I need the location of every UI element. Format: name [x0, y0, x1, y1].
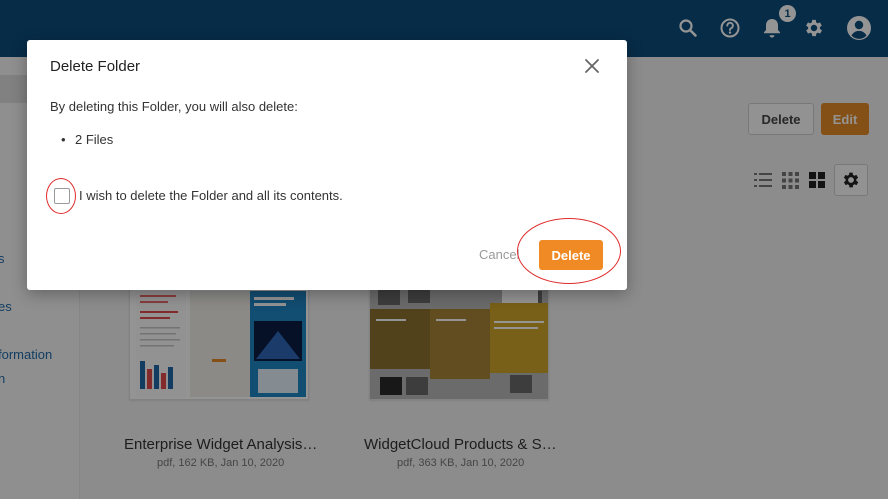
- dialog-title: Delete Folder: [50, 58, 141, 75]
- list-item: 2 Files: [61, 132, 113, 147]
- dialog-message: By deleting this Folder, you will also d…: [50, 99, 298, 114]
- delete-highlight-circle: [517, 218, 621, 284]
- close-icon[interactable]: [582, 56, 602, 76]
- cancel-button[interactable]: Cancel: [479, 247, 521, 262]
- delete-folder-dialog: Delete Folder By deleting this Folder, y…: [27, 40, 627, 290]
- checkbox-highlight-circle: [46, 178, 76, 214]
- confirm-checkbox-label[interactable]: I wish to delete the Folder and all its …: [79, 188, 343, 203]
